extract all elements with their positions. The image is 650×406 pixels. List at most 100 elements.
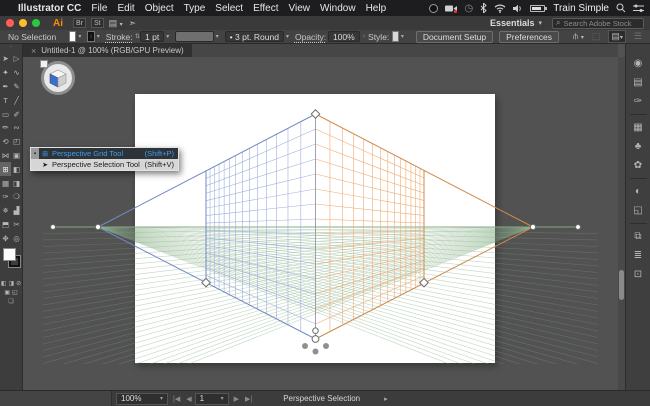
pen-tool[interactable]: ✒ <box>0 80 11 94</box>
selection-tool[interactable]: ➤ <box>0 52 11 66</box>
color-panel-icon[interactable]: ◉ <box>629 54 648 73</box>
brush-definition[interactable]: • 3 pt. Round <box>224 31 284 42</box>
fill-color-swatch[interactable] <box>69 31 77 42</box>
tools-grip[interactable]: ∙∙ <box>0 44 22 52</box>
transparency-panel-icon[interactable]: ◱ <box>629 201 648 220</box>
canvas-area[interactable] <box>23 57 618 390</box>
fill-swatch[interactable] <box>3 248 16 262</box>
prev-artboard-button[interactable]: ◀ <box>186 395 191 403</box>
gradient-tool[interactable]: ◨ <box>11 176 22 190</box>
graphic-styles-panel-icon[interactable]: ✿ <box>629 156 648 175</box>
scale-tool[interactable]: ◰ <box>11 135 22 149</box>
stroke-caret-icon[interactable]: ▾ <box>97 33 100 40</box>
graph-tool[interactable]: ▟ <box>11 204 22 218</box>
menu-item-file[interactable]: File <box>91 3 107 14</box>
hand-tool[interactable]: ✥ <box>0 231 11 245</box>
rectangle-tool[interactable]: ▭ <box>0 107 11 121</box>
symbols-panel-icon[interactable]: ♣ <box>629 137 648 156</box>
rotate-tool[interactable]: ⟲ <box>0 135 11 149</box>
perspective-grid[interactable] <box>23 57 618 390</box>
scrollbar-thumb[interactable] <box>619 270 624 300</box>
user-account-label[interactable]: Train Simple <box>553 3 609 14</box>
clock-icon[interactable]: ◷ <box>465 3 474 14</box>
arrange-documents-icon[interactable]: ▤ ▾ <box>109 18 123 29</box>
variable-width-profile[interactable] <box>175 31 214 42</box>
document-tab[interactable]: × Untitled-1 @ 100% (RGB/GPU Preview) <box>23 44 192 57</box>
menu-item-view[interactable]: View <box>288 3 310 14</box>
align-options-icon[interactable]: ⫛ ▾ <box>573 31 584 42</box>
fill-stroke-control[interactable] <box>0 248 23 278</box>
document-setup-button[interactable]: Document Setup <box>415 30 494 43</box>
control-center-icon[interactable] <box>633 4 644 13</box>
vertical-scrollbar[interactable] <box>618 57 625 390</box>
stroke-weight-caret-icon[interactable]: ▾ <box>166 33 169 40</box>
lasso-tool[interactable]: ∿ <box>11 66 22 80</box>
screen-mode-button[interactable]: ❏ <box>0 298 22 305</box>
wifi-icon[interactable] <box>494 4 506 13</box>
layers-panel-icon[interactable]: ≣ <box>629 246 648 265</box>
type-tool[interactable]: T <box>0 93 11 107</box>
menu-item-window[interactable]: Window <box>320 3 356 14</box>
opacity-chevron-icon[interactable]: › <box>363 33 365 40</box>
minimize-window-button[interactable] <box>19 19 27 27</box>
workspace-switcher[interactable]: Essentials <box>490 18 535 28</box>
libraries-panel-icon[interactable]: ⊡ <box>629 265 648 284</box>
menu-item-object[interactable]: Object <box>145 3 174 14</box>
app-menu[interactable]: Illustrator CC <box>18 3 81 14</box>
gradient-panel-icon[interactable]: ◐ <box>629 182 648 201</box>
swatches-panel-icon[interactable]: ✑ <box>629 92 648 111</box>
volume-icon[interactable] <box>513 4 523 13</box>
symbol-sprayer-tool[interactable]: ✵ <box>0 204 11 218</box>
menu-item-type[interactable]: Type <box>184 3 206 14</box>
dnd-icon[interactable] <box>428 3 438 13</box>
style-swatch[interactable] <box>391 31 399 42</box>
magic-wand-tool[interactable]: ✦ <box>0 66 11 80</box>
flyout-item-perspective-selection-tool[interactable]: ➤ Perspective Selection Tool (Shift+V) <box>31 159 178 170</box>
last-artboard-button[interactable]: ▶| <box>245 395 252 403</box>
preferences-button[interactable]: Preferences <box>499 30 559 43</box>
stroke-weight-value[interactable]: 1 pt <box>140 31 165 42</box>
bluetooth-icon[interactable] <box>480 3 487 13</box>
menu-item-edit[interactable]: Edit <box>117 3 134 14</box>
brush-caret-icon[interactable]: ▾ <box>286 33 289 40</box>
stroke-color-swatch[interactable] <box>87 31 95 42</box>
line-segment-tool[interactable]: ╱ <box>11 93 22 107</box>
fill-caret-icon[interactable]: ▾ <box>78 33 81 40</box>
battery-icon[interactable] <box>530 4 548 12</box>
share-icon[interactable]: ➣ <box>129 18 137 29</box>
artboards-panel-icon[interactable]: ⧉ <box>629 227 648 246</box>
curvature-tool[interactable]: ✎ <box>11 80 22 94</box>
brushes-panel-icon[interactable]: ▦ <box>629 118 648 137</box>
stock-button[interactable]: St <box>91 18 104 28</box>
eyedropper-tool[interactable]: ✑ <box>0 190 11 204</box>
menu-item-select[interactable]: Select <box>215 3 243 14</box>
paintbrush-tool[interactable]: ✐ <box>11 107 22 121</box>
direct-selection-tool[interactable]: ▷ <box>11 52 22 66</box>
status-flyout-icon[interactable]: ▸ <box>384 395 388 403</box>
menu-item-help[interactable]: Help <box>366 3 387 14</box>
workspace-caret-icon[interactable]: ▾ <box>538 19 542 27</box>
color-guide-panel-icon[interactable]: ▤ <box>629 73 648 92</box>
document-arrangement-icon[interactable]: ▤▾ <box>608 30 626 43</box>
arrange-icon[interactable]: ⬚ <box>592 31 601 42</box>
color-mode-buttons[interactable]: ◧ ◨ ⊘ <box>0 280 22 287</box>
shape-builder-tool[interactable]: ◧ <box>11 162 22 176</box>
style-caret-icon[interactable]: ▾ <box>401 33 404 40</box>
close-tab-icon[interactable]: × <box>31 46 36 56</box>
blend-tool[interactable]: ❍ <box>11 190 22 204</box>
pencil-tool[interactable]: ✏ <box>0 121 11 135</box>
search-icon[interactable] <box>616 3 626 13</box>
mesh-tool[interactable]: ▦ <box>0 176 11 190</box>
free-transform-tool[interactable]: ▣ <box>11 149 22 163</box>
width-tool[interactable]: ⋈ <box>0 149 11 163</box>
bridge-button[interactable]: Br <box>73 18 86 28</box>
artboard-tool[interactable]: ⬒ <box>0 218 11 232</box>
opacity-value[interactable]: 100% <box>327 31 360 42</box>
workspace-icon[interactable]: ☰ <box>634 31 642 42</box>
adobe-stock-search[interactable]: ⌕ Search Adobe Stock <box>552 17 644 29</box>
flyout-item-perspective-grid-tool[interactable]: ▪ ⊞ Perspective Grid Tool (Shift+P) <box>31 148 178 159</box>
plane-switcher-widget[interactable] <box>40 60 75 95</box>
first-artboard-button[interactable]: |◀ <box>173 395 180 403</box>
zoom-level-select[interactable]: 100% ▾ <box>116 392 168 405</box>
zoom-window-button[interactable] <box>32 19 40 27</box>
